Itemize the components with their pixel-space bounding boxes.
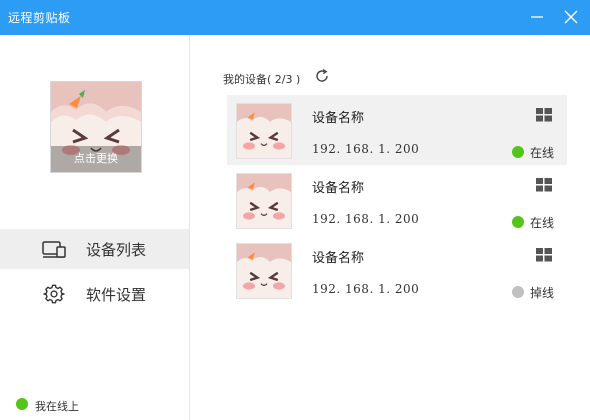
change-avatar-label[interactable]: 点击更换 (51, 146, 141, 172)
title-bar: 远程剪贴板 (0, 0, 590, 35)
refresh-button[interactable] (314, 68, 330, 84)
refresh-icon (316, 69, 328, 82)
device-avatar (236, 103, 292, 159)
device-status: 在线 (530, 216, 555, 230)
close-icon (564, 10, 578, 24)
status-dot-online (512, 216, 524, 228)
sidebar-item-label: 设备列表 (86, 241, 147, 259)
online-dot (16, 398, 28, 410)
device-card[interactable]: 设备名称 192. 168. 1. 200 在线 (227, 95, 567, 165)
status-dot-offline (512, 286, 524, 298)
device-card[interactable]: 设备名称 192. 168. 1. 200 掉线 (227, 235, 567, 305)
windows-icon (536, 178, 552, 192)
device-avatar (236, 173, 292, 229)
app-window: 远程剪贴板 点击更换 设备列表 软件设置 我在线上 我的设备(2/3) 设备… (0, 0, 590, 420)
window-title: 远程剪贴板 (8, 11, 71, 25)
device-name: 设备名称 (312, 111, 365, 126)
device-name: 设备名称 (312, 251, 365, 266)
status-dot-online (512, 146, 524, 158)
device-status: 在线 (530, 146, 555, 160)
device-name: 设备名称 (312, 181, 365, 196)
minimize-icon (531, 16, 543, 18)
sidebar-item-devices[interactable]: 设备列表 (0, 229, 189, 269)
windows-icon (536, 248, 552, 262)
close-button[interactable] (550, 0, 590, 35)
sidebar-item-settings[interactable]: 软件设置 (0, 274, 189, 314)
devices-section-title: 我的设备( 2/3 ) (223, 68, 301, 86)
device-avatar (236, 243, 292, 299)
device-card[interactable]: 设备名称 192. 168. 1. 200 在线 (227, 165, 567, 235)
sidebar-item-label: 软件设置 (86, 286, 147, 304)
online-status-text: 我在线上 (35, 400, 79, 413)
device-status: 掉线 (530, 286, 555, 300)
devices-count-label: 我的设备( 2/3 ) (223, 73, 301, 86)
avatar[interactable]: 点击更换 (50, 81, 142, 173)
gear-icon (43, 284, 65, 304)
sidebar: 点击更换 设备列表 软件设置 我在线上 (0, 35, 190, 420)
windows-icon (536, 108, 552, 122)
device-ip: 192. 168. 1. 200 (312, 212, 420, 226)
device-ip: 192. 168. 1. 200 (312, 282, 420, 296)
devices-icon (42, 241, 66, 258)
device-ip: 192. 168. 1. 200 (312, 142, 420, 156)
